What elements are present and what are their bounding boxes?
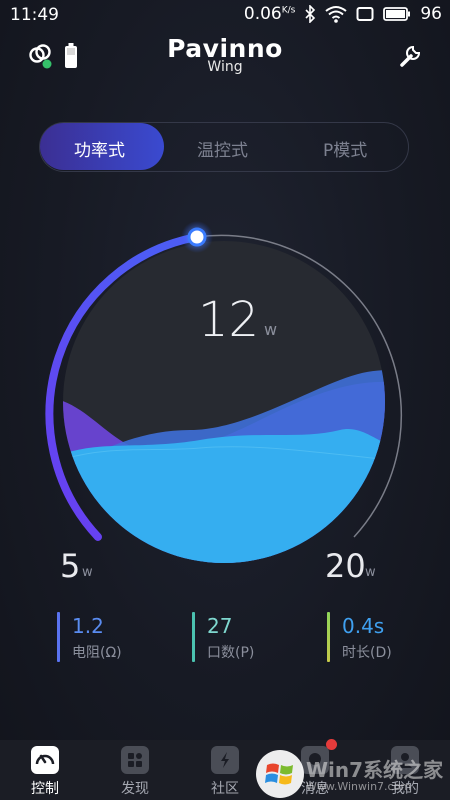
stat-resistance-bar (57, 612, 60, 662)
gauge-max-unit: w (365, 565, 376, 580)
stat-resistance-label: 电阻(Ω) (72, 645, 122, 661)
windows-logo-icon (256, 750, 304, 798)
tab-control-label: 控制 (31, 781, 59, 797)
power-value: 12 (198, 292, 260, 348)
stat-puffs-value: 27 (207, 614, 233, 638)
stat-duration-label: 时长(D) (342, 645, 392, 661)
watermark: Win7系统之家 Www.Winwin7.com (254, 748, 450, 800)
stat-puffs-bar (192, 612, 195, 662)
control-icon (31, 746, 59, 774)
gauge-min-value: 5 (60, 547, 81, 585)
tab-discover[interactable]: 发现 (90, 740, 180, 800)
community-icon (211, 746, 239, 774)
power-unit: w (264, 320, 278, 339)
gauge-knob[interactable] (187, 227, 207, 247)
stat-puffs-label: 口数(P) (207, 645, 255, 661)
gauge-max-value: 20 (325, 547, 366, 585)
watermark-brand: Win7系统之家 (306, 758, 444, 782)
tab-control[interactable]: 控制 (0, 740, 90, 800)
watermark-url: Www.Winwin7.com (306, 780, 412, 793)
discover-icon (121, 746, 149, 774)
gauge-min-unit: w (82, 565, 93, 580)
stat-resistance-value: 1.2 (72, 614, 104, 638)
stat-duration-value: 0.4s (342, 614, 385, 638)
stat-duration-bar (327, 612, 330, 662)
tab-discover-label: 发现 (121, 781, 149, 797)
